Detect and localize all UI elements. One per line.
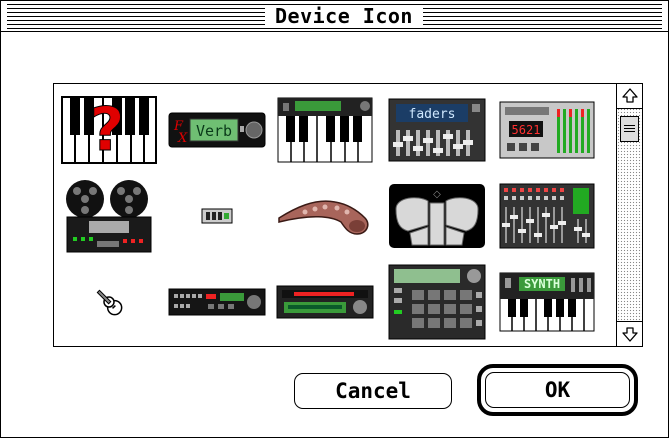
scroll-thumb[interactable] <box>620 116 639 142</box>
icon-cell-small-module[interactable] <box>162 176 272 256</box>
icon-cell-drum-machine[interactable] <box>382 262 492 342</box>
title-bar[interactable]: Device Icon <box>1 1 668 32</box>
saxophone-icon <box>278 200 369 235</box>
scroll-up-arrow[interactable] <box>617 84 642 109</box>
green-rack-unit-icon <box>276 285 374 319</box>
fx-verb-unit-icon: F X Verb <box>168 112 266 148</box>
scroll-down-arrow[interactable] <box>617 321 642 346</box>
tape-deck-icon <box>66 180 152 253</box>
sampler-unit-icon: 5621 <box>499 101 595 159</box>
unknown-keyboard-icon: ? <box>61 96 157 164</box>
title-bar-left-edge <box>1 1 7 31</box>
icon-cell-synth-keyboard[interactable]: SYNTH <box>492 262 602 342</box>
svg-text:SYNTH: SYNTH <box>524 277 560 291</box>
guitar-icon <box>96 289 123 316</box>
icon-cell-drum-pad[interactable]: ◇ <box>382 176 492 256</box>
icon-cell-rack-unit[interactable] <box>162 262 272 342</box>
icon-cell-faders[interactable]: faders <box>382 90 492 170</box>
faders-unit-icon: faders <box>388 98 486 162</box>
device-icon-dialog: Device Icon ? F X Verb faders 5621 ◇ SYN… <box>0 0 669 438</box>
svg-text:Verb: Verb <box>196 122 232 140</box>
icon-cell-mixer[interactable] <box>492 176 602 256</box>
rack-unit-icon <box>168 288 266 316</box>
window-title: Device Icon <box>265 5 423 27</box>
svg-text:5621: 5621 <box>512 123 541 137</box>
drum-machine-icon <box>388 264 486 340</box>
cancel-button[interactable]: Cancel <box>294 373 452 409</box>
drum-pad-icon: ◇ <box>389 184 485 248</box>
icon-cell-keyboard-synth[interactable] <box>270 90 380 170</box>
icon-cell-green-rack-unit[interactable] <box>270 262 380 342</box>
keyboard-synth-icon <box>277 97 373 163</box>
icon-cell-fx-verb[interactable]: F X Verb <box>162 90 272 170</box>
icon-cell-unknown-keyboard[interactable]: ? <box>54 90 164 170</box>
svg-text:◇: ◇ <box>433 189 441 200</box>
icon-cell-sampler[interactable]: 5621 <box>492 90 602 170</box>
icon-cell-guitar[interactable] <box>54 262 164 342</box>
icon-cell-tape-deck[interactable] <box>54 176 164 256</box>
title-bar-right-edge <box>662 1 668 31</box>
icon-grid: ? F X Verb faders 5621 ◇ SYNTH <box>54 84 616 346</box>
ok-button[interactable]: OK <box>485 372 630 408</box>
arrow-up-icon <box>621 88 638 103</box>
icon-cell-saxophone[interactable] <box>270 176 380 256</box>
arrow-down-icon <box>621 327 638 342</box>
small-module-icon <box>201 208 233 224</box>
svg-text:?: ? <box>90 96 125 164</box>
mixer-icon <box>499 183 595 249</box>
icon-list-panel: ? F X Verb faders 5621 ◇ SYNTH <box>53 83 643 347</box>
svg-text:X: X <box>177 131 188 146</box>
vertical-scrollbar[interactable] <box>616 84 642 346</box>
synth-keyboard-icon: SYNTH <box>499 272 595 332</box>
svg-text:faders: faders <box>409 107 456 122</box>
